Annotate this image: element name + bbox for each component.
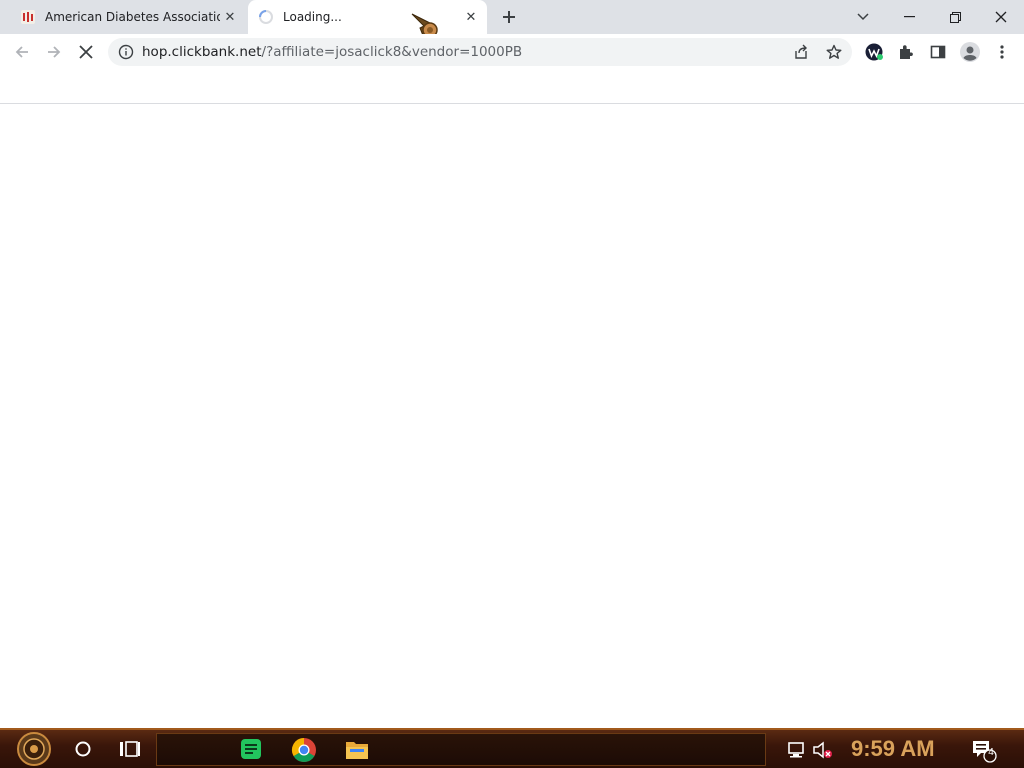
file-explorer-icon[interactable] (345, 739, 369, 761)
more-menu-button[interactable] (986, 36, 1018, 68)
new-tab-button[interactable] (498, 6, 520, 28)
restore-icon (949, 11, 961, 23)
url-text[interactable]: hop.clickbank.net/?affiliate=josaclick8&… (142, 44, 522, 60)
restore-button[interactable] (932, 0, 978, 34)
chrome-icon[interactable] (291, 737, 317, 763)
tab-title: American Diabetes Association (45, 10, 220, 24)
side-panel-icon (930, 45, 946, 59)
profile-button[interactable] (954, 36, 986, 68)
stop-loading-button[interactable] (70, 36, 102, 68)
ada-favicon-icon (21, 10, 35, 24)
clock[interactable]: 9:59 AM (851, 736, 935, 762)
notes-app-icon[interactable] (240, 738, 262, 760)
close-icon (995, 11, 1007, 23)
notification-count: 4 (988, 747, 994, 758)
url-host: hop.clickbank.net (142, 44, 262, 60)
back-icon (15, 46, 28, 58)
loading-spinner-icon (259, 10, 273, 24)
tab-search-button[interactable] (840, 0, 886, 34)
chevron-down-icon (857, 13, 869, 21)
back-button[interactable] (6, 36, 38, 68)
volume-muted-icon[interactable] (812, 741, 832, 759)
extension-w-button[interactable] (858, 36, 890, 68)
browser-toolbar: hop.clickbank.net/?affiliate=josaclick8&… (0, 34, 1024, 70)
close-window-button[interactable] (978, 0, 1024, 34)
minimize-button[interactable] (886, 0, 932, 34)
cortana-icon[interactable] (73, 739, 93, 759)
side-panel-button[interactable] (922, 36, 954, 68)
minimize-icon (903, 16, 915, 18)
url-path: /?affiliate=josaclick8&vendor=1000PB (261, 44, 523, 60)
task-view-icon[interactable] (119, 739, 141, 759)
address-bar[interactable]: hop.clickbank.net/?affiliate=josaclick8&… (108, 38, 852, 66)
page-content (0, 103, 1024, 728)
forward-icon (48, 46, 61, 58)
share-icon[interactable] (793, 44, 809, 60)
tab-american-diabetes[interactable]: American Diabetes Association ✕ (10, 0, 246, 34)
network-icon[interactable] (787, 741, 807, 759)
site-info-icon[interactable] (118, 44, 134, 60)
stop-loading-icon (79, 45, 93, 59)
more-icon (1000, 45, 1004, 59)
forward-button[interactable] (38, 36, 70, 68)
start-icon[interactable] (10, 731, 58, 767)
extension-w-icon (865, 43, 883, 61)
extensions-button[interactable] (890, 36, 922, 68)
tab-loading[interactable]: Loading... ✕ (248, 0, 487, 34)
tab-close-button[interactable]: ✕ (220, 7, 240, 27)
tab-close-button[interactable]: ✕ (461, 7, 481, 27)
star-icon[interactable] (826, 44, 842, 60)
plus-icon (503, 11, 515, 23)
taskbar: 9:59 AM 4 (0, 728, 1024, 768)
puzzle-icon (900, 45, 913, 59)
tab-strip: American Diabetes Association ✕ Loading.… (0, 0, 1024, 42)
profile-icon (960, 42, 980, 62)
